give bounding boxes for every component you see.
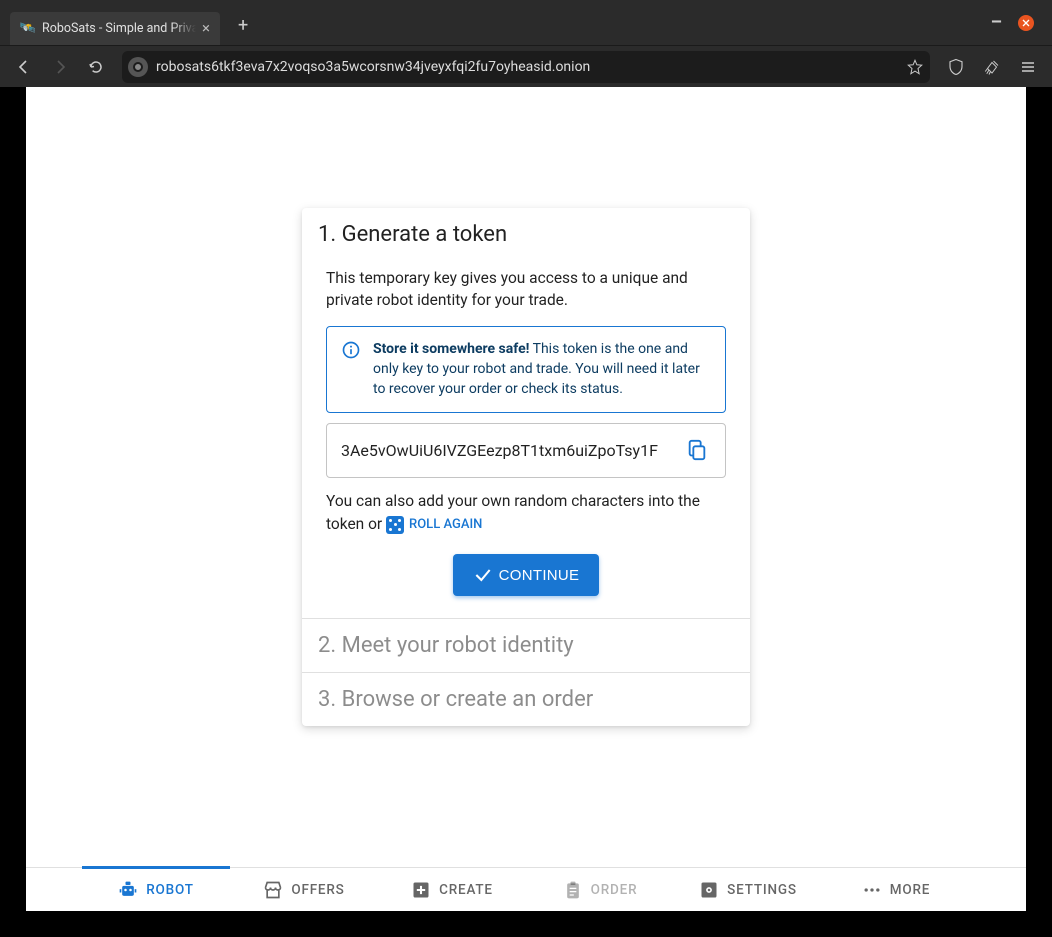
window-close-icon[interactable]	[1018, 15, 1034, 31]
storefront-icon	[263, 880, 283, 900]
nav-more[interactable]: MORE	[822, 868, 970, 911]
hamburger-menu-icon[interactable]	[1012, 51, 1044, 83]
nav-robot[interactable]: ROBOT	[82, 868, 230, 911]
new-tab-button[interactable]: +	[238, 15, 248, 36]
reload-button[interactable]	[80, 51, 112, 83]
info-icon	[341, 340, 361, 400]
nav-order[interactable]: ORDER	[526, 868, 674, 911]
tab-close-icon[interactable]: ×	[202, 21, 210, 36]
step-2-title: 2. Meet your robot identity	[302, 619, 750, 672]
bookmark-star-icon[interactable]	[906, 58, 924, 76]
broom-icon[interactable]	[976, 51, 1008, 83]
more-dots-icon	[862, 880, 882, 900]
token-value: 3Ae5vOwUiU6IVZGEezp8T1txm6uiZpoTsy1F	[341, 441, 671, 460]
step-3-title: 3. Browse or create an order	[302, 673, 750, 726]
nav-settings[interactable]: SETTINGS	[674, 868, 822, 911]
step-2[interactable]: 2. Meet your robot identity	[302, 619, 750, 673]
token-input[interactable]: 3Ae5vOwUiU6IVZGEezp8T1txm6uiZpoTsy1F	[326, 423, 726, 478]
robot-icon	[118, 880, 138, 900]
tor-circuit-icon[interactable]	[128, 57, 148, 77]
nav-create[interactable]: CREATE	[378, 868, 526, 911]
copy-button[interactable]	[679, 432, 715, 468]
url-bar[interactable]: robosats6tkf3eva7x2voqso3a5wcorsnw34jvey…	[122, 51, 930, 83]
extra-text: You can also add your own random charact…	[326, 490, 726, 537]
settings-icon	[699, 880, 719, 900]
browser-titlebar: 🛰️ RoboSats - Simple and Private × + –	[0, 0, 1052, 45]
dice-icon	[386, 516, 404, 534]
tab-title: RoboSats - Simple and Private	[42, 21, 196, 36]
step-3[interactable]: 3. Browse or create an order	[302, 673, 750, 726]
info-alert: Store it somewhere safe! This token is t…	[326, 326, 726, 413]
forward-button[interactable]	[44, 51, 76, 83]
back-button[interactable]	[8, 51, 40, 83]
shield-icon[interactable]	[940, 51, 972, 83]
bottom-nav: ROBOT OFFERS CREATE	[26, 867, 1026, 911]
step-1-description: This temporary key gives you access to a…	[326, 267, 726, 312]
roll-again-button[interactable]: ROLL AGAIN	[386, 515, 482, 535]
onboarding-card: 1. Generate a token This temporary key g…	[302, 208, 750, 726]
browser-toolbar: robosats6tkf3eva7x2voqso3a5wcorsnw34jvey…	[0, 45, 1052, 87]
browser-tab[interactable]: 🛰️ RoboSats - Simple and Private ×	[10, 12, 220, 45]
continue-button[interactable]: CONTINUE	[453, 554, 600, 596]
check-icon	[473, 565, 493, 585]
info-alert-text: Store it somewhere safe! This token is t…	[373, 339, 711, 400]
minimize-icon[interactable]: –	[991, 12, 1002, 33]
step-1-title: 1. Generate a token	[302, 208, 750, 261]
plus-box-icon	[411, 880, 431, 900]
tab-favicon-icon: 🛰️	[20, 21, 36, 37]
nav-offers[interactable]: OFFERS	[230, 868, 378, 911]
step-1: 1. Generate a token This temporary key g…	[302, 208, 750, 619]
clipboard-icon	[563, 880, 583, 900]
url-text: robosats6tkf3eva7x2voqso3a5wcorsnw34jvey…	[156, 59, 898, 75]
